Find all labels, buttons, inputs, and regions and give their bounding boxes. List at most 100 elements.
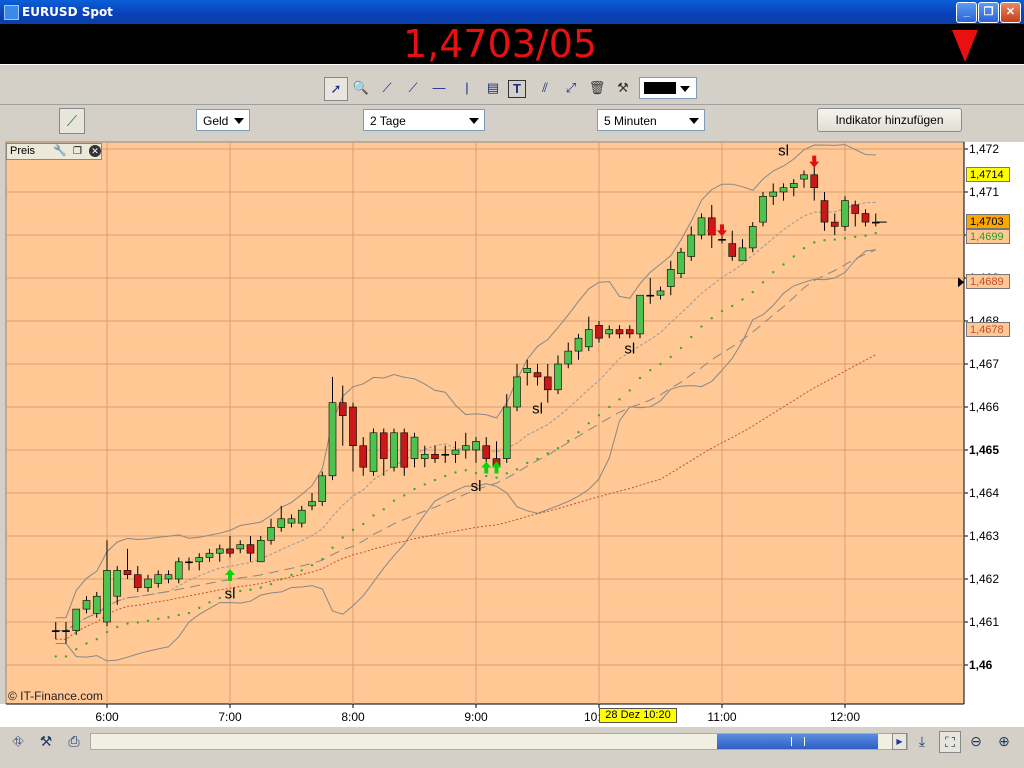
y-tick-label: 1,472 <box>969 142 999 156</box>
candle-body <box>605 329 614 335</box>
vertical-line-icon[interactable]: | <box>456 77 478 99</box>
close-panel-icon[interactable]: ✕ <box>89 145 101 157</box>
y-tick-label: 1,471 <box>969 185 999 199</box>
candle-body <box>677 251 685 274</box>
candle-body <box>584 329 593 348</box>
sar-dot <box>536 457 539 461</box>
grip-icon <box>791 737 805 746</box>
horizontal-line-icon[interactable]: — <box>428 77 450 99</box>
candle-body <box>277 518 286 528</box>
candle-body <box>123 570 132 575</box>
sar-dot <box>341 536 344 539</box>
add-indicator-button[interactable]: Indikator hinzufügen <box>817 108 962 132</box>
candle-body <box>215 548 224 554</box>
candle-body <box>666 269 675 287</box>
sar-dot <box>54 655 57 658</box>
zoom-fit-icon[interactable]: ⛶ <box>939 731 961 753</box>
candle-body <box>195 557 204 563</box>
tools-icon[interactable]: ⚒ <box>36 731 56 751</box>
candle-body <box>308 501 316 507</box>
sar-dot <box>403 494 406 497</box>
crosshair-time-label: 28 Dez 10:20 <box>599 708 677 723</box>
candle-body <box>174 561 183 580</box>
period-value: 2 Tage <box>370 114 406 128</box>
scroll-right-button[interactable]: ▶ <box>892 733 907 750</box>
sar-dot <box>105 630 109 634</box>
sar-dot <box>597 414 601 417</box>
sar-dot <box>710 317 713 320</box>
chart-properties-icon[interactable]: ⟋ <box>59 108 85 134</box>
candle-body <box>379 432 388 459</box>
candle-body <box>533 372 542 378</box>
candle-body <box>390 432 398 468</box>
zoom-in-icon[interactable]: 🔍 <box>350 77 372 99</box>
sar-dot <box>167 616 170 619</box>
minimize-button[interactable]: _ <box>956 2 977 23</box>
restore-panel-icon[interactable]: ❐ <box>73 144 82 159</box>
sar-dot <box>331 546 334 549</box>
y-tick-label: 1,464 <box>969 486 999 500</box>
restore-button[interactable]: ❐ <box>978 2 999 23</box>
price-down-icon <box>952 30 978 62</box>
chevron-down-icon <box>234 118 244 124</box>
candle-body <box>297 509 306 524</box>
sar-dot <box>208 601 211 604</box>
scrollbar-thumb[interactable] <box>717 734 878 749</box>
chart-settings-icon[interactable]: ⛗ <box>8 731 28 751</box>
close-button[interactable]: ✕ <box>1000 2 1021 23</box>
price-chart[interactable]: 6:007:008:009:0010:0011:0012:001,4721,47… <box>0 138 1024 727</box>
zoom-out-icon[interactable]: ⊖ <box>966 731 986 751</box>
auto-scale-icon[interactable]: ⤓ <box>912 731 932 751</box>
sar-dot <box>649 368 652 372</box>
color-picker[interactable] <box>639 77 697 99</box>
candle-body <box>789 183 798 189</box>
candle-body <box>759 195 767 223</box>
zoom-in-icon[interactable]: ⊕ <box>994 731 1014 751</box>
sar-dot <box>372 514 375 517</box>
sar-dot <box>464 469 467 472</box>
period-select[interactable]: 2 Tage <box>363 109 485 131</box>
candle-body <box>359 445 368 468</box>
sar-dot <box>802 247 806 250</box>
channel-icon[interactable]: ⤢ <box>560 77 582 99</box>
sar-dot <box>413 487 416 491</box>
sar-dot <box>116 625 119 629</box>
fibonacci-icon[interactable]: ▤ <box>482 77 504 99</box>
trend-line-icon[interactable]: ⟋ <box>402 77 424 99</box>
candle-body <box>72 608 81 631</box>
candle-body <box>287 518 296 524</box>
candle-body <box>472 441 480 451</box>
text-tool-icon[interactable]: T <box>508 80 526 98</box>
quote-type-select[interactable]: Geld <box>196 109 250 131</box>
panel-header: Preis 🔧 ❐ ✕ <box>6 143 102 160</box>
interval-select[interactable]: 5 Minuten <box>597 109 705 131</box>
sar-dot <box>556 446 560 450</box>
line-icon[interactable]: ⟋ <box>376 77 398 99</box>
sar-dot <box>618 398 621 401</box>
pointer-icon[interactable]: ➚ <box>324 77 348 101</box>
candle-body <box>748 226 757 249</box>
trash-icon[interactable]: 🗑 <box>586 77 608 99</box>
candle-body <box>482 445 491 459</box>
candle-body <box>800 174 808 180</box>
y-tick-label: 1,46 <box>969 658 993 672</box>
tools-icon[interactable]: ⚒ <box>612 77 634 99</box>
sar-dot <box>751 290 754 294</box>
wrench-icon[interactable]: 🔧 <box>53 144 67 159</box>
parallel-lines-icon[interactable]: ⫽ <box>534 77 556 99</box>
sar-dot <box>577 430 580 434</box>
candle-body <box>615 329 624 335</box>
sar-dot <box>792 255 795 258</box>
sar-dot <box>280 578 283 581</box>
candle-body <box>595 325 603 339</box>
y-tick-label: 1,466 <box>969 400 999 414</box>
candle-body <box>62 630 70 632</box>
sar-dot <box>239 589 242 593</box>
chevron-down-icon <box>680 86 690 92</box>
candle-body <box>820 200 829 223</box>
print-icon[interactable]: ⎙ <box>64 731 84 751</box>
price-label: 1,4703 <box>966 214 1010 230</box>
sar-dot <box>351 528 355 532</box>
sar-dot <box>454 471 457 474</box>
quote-type-value: Geld <box>203 114 229 128</box>
